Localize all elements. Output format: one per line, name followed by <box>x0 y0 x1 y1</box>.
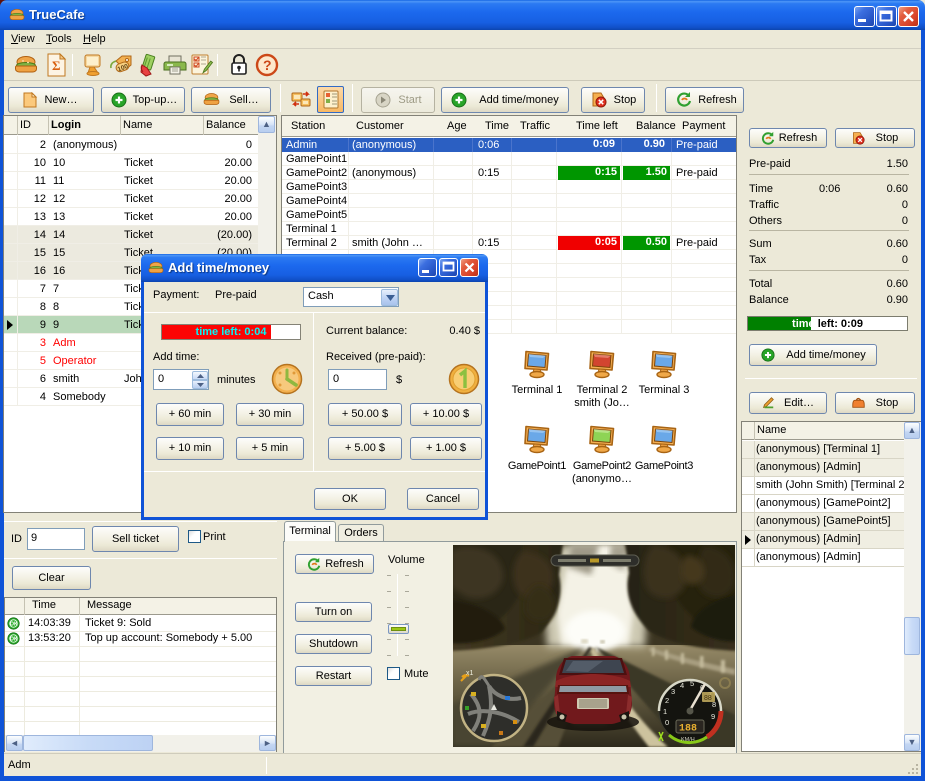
svg-text:?: ? <box>263 57 272 73</box>
svg-text:OK: OK <box>10 637 18 643</box>
svg-text:OK: OK <box>10 622 18 628</box>
svg-text:KM/H: KM/H <box>681 737 695 743</box>
svg-text:1: 1 <box>663 707 667 716</box>
svg-text:2: 2 <box>665 696 669 705</box>
svg-text:Σ: Σ <box>52 58 61 73</box>
svg-text:3: 3 <box>671 687 675 696</box>
svg-text:x1: x1 <box>466 670 474 677</box>
svg-text:9: 9 <box>711 712 715 721</box>
svg-text:88: 88 <box>704 695 712 702</box>
svg-text:188: 188 <box>679 724 697 735</box>
svg-text:0: 0 <box>665 718 669 727</box>
svg-text:4: 4 <box>680 681 684 690</box>
svg-text:5: 5 <box>690 679 694 688</box>
